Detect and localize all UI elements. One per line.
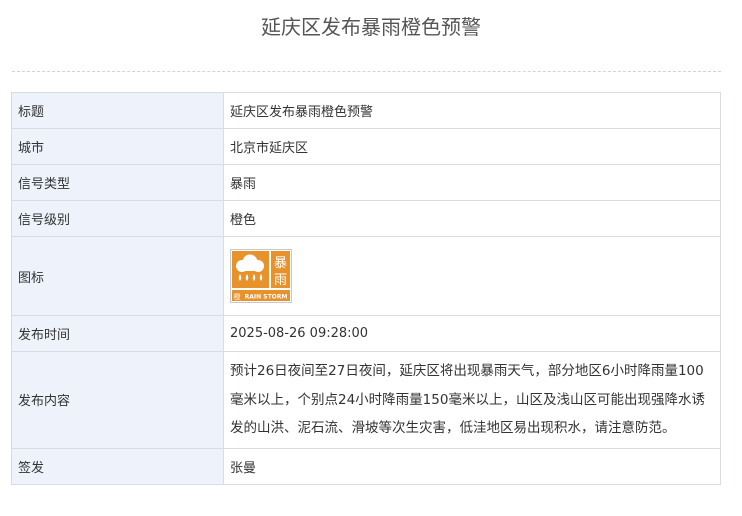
table-row: 发布内容 预计26日夜间至27日夜间，延庆区将出现暴雨天气，部分地区6小时降雨量… (11, 351, 721, 449)
row-value-city: 北京市延庆区 (223, 128, 721, 165)
row-label-icon: 图标 (11, 236, 224, 316)
row-value-signal-level: 橙色 (223, 200, 721, 237)
table-row: 标题 延庆区发布暴雨橙色预警 (11, 92, 721, 129)
page-title: 延庆区发布暴雨橙色预警 (261, 15, 481, 39)
row-label-content: 发布内容 (11, 351, 224, 449)
row-label-signal-type: 信号类型 (11, 164, 224, 201)
row-value-publish-time: 2025-08-26 09:28:00 (223, 315, 721, 352)
row-value-title: 延庆区发布暴雨橙色预警 (223, 92, 721, 129)
warning-info-table: 标题 延庆区发布暴雨橙色预警 城市 北京市延庆区 信号类型 暴雨 信号级别 橙色… (11, 92, 721, 485)
row-value-issuer: 张曼 (223, 447, 721, 485)
table-row: 信号类型 暴雨 (11, 164, 721, 201)
row-label-issuer: 签发 (11, 447, 224, 485)
row-label-city: 城市 (11, 128, 224, 165)
row-label-title: 标题 (11, 92, 224, 129)
row-value-signal-type: 暴雨 (223, 164, 721, 201)
icon-char-1: 暴 (274, 256, 287, 271)
icon-char-2: 雨 (274, 273, 287, 288)
row-label-signal-level: 信号级别 (11, 200, 224, 237)
icon-caption: RAIN STORM (245, 294, 288, 301)
table-row: 信号级别 橙色 (11, 200, 721, 237)
row-value-content: 预计26日夜间至27日夜间，延庆区将出现暴雨天气，部分地区6小时降雨量100毫米… (223, 351, 721, 449)
row-label-publish-time: 发布时间 (11, 315, 224, 352)
table-row: 图标 暴 雨 橙 RAIN STORM (11, 236, 721, 316)
table-row: 发布时间 2025-08-26 09:28:00 (11, 315, 721, 352)
table-row: 签发 张曼 (11, 447, 721, 485)
title-divider (12, 71, 721, 72)
rainstorm-orange-icon: 暴 雨 橙 RAIN STORM (230, 249, 292, 303)
table-row: 城市 北京市延庆区 (11, 128, 721, 165)
icon-level-char: 橙 (234, 292, 241, 301)
